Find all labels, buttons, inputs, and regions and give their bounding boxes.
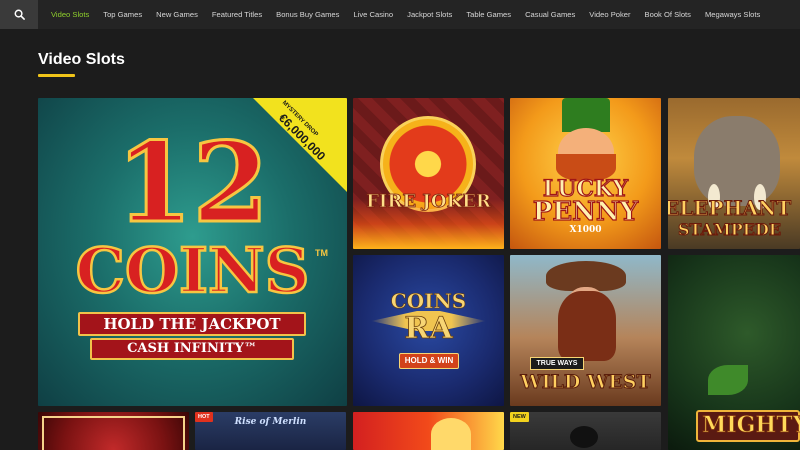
tab-megaways-slots[interactable]: Megaways Slots xyxy=(698,10,767,19)
game-tile-wild-west[interactable]: TRUE WAYS WILD WEST xyxy=(510,255,661,406)
game-tile-fire-joker[interactable]: FIRE JOKER xyxy=(353,98,504,249)
category-tabs: Video Slots Top Games New Games Featured… xyxy=(44,10,767,19)
game-title-stampede: STAMPEDE xyxy=(678,220,782,240)
search-icon xyxy=(14,9,25,20)
tab-table-games[interactable]: Table Games xyxy=(459,10,518,19)
top-nav: Video Slots Top Games New Games Featured… xyxy=(0,0,800,29)
tab-live-casino[interactable]: Live Casino xyxy=(346,10,400,19)
title-underline xyxy=(38,74,75,77)
tab-top-games[interactable]: Top Games xyxy=(96,10,149,19)
trademark-mark: TM xyxy=(315,248,328,258)
game-tile-rise-of-merlin[interactable]: HOT Rise of Merlin xyxy=(195,412,346,450)
game-tile-bottom-3[interactable] xyxy=(353,412,504,450)
tab-jackpot-slots[interactable]: Jackpot Slots xyxy=(400,10,459,19)
game-title-elephant: ELEPHANT xyxy=(668,196,792,221)
leprechaun-hat xyxy=(562,98,610,132)
tab-video-poker[interactable]: Video Poker xyxy=(582,10,637,19)
game-tile-coins-of-ra[interactable]: COINS RA HOLD & WIN xyxy=(353,255,504,406)
tile-frame xyxy=(42,416,185,450)
tab-new-games[interactable]: New Games xyxy=(149,10,205,19)
game-tile-bottom-4[interactable]: NEW xyxy=(510,412,661,450)
game-title-coins: COINS xyxy=(74,234,310,307)
cowgirl-hair xyxy=(558,291,616,361)
game-multiplier: X1000 xyxy=(569,225,602,235)
game-tile-mighty[interactable]: MIGHTY xyxy=(668,255,800,450)
game-tile-12-coins[interactable]: 12 COINS TM HOLD THE JACKPOT CASH INFINI… xyxy=(38,98,347,406)
game-title-penny: PENNY xyxy=(532,196,639,227)
page-title: Video Slots xyxy=(38,51,125,68)
hold-and-win-label: HOLD & WIN xyxy=(404,356,454,365)
game-subtitle-banner-1: HOLD THE JACKPOT xyxy=(78,312,306,336)
game-title-ra: RA xyxy=(404,311,453,347)
game-subtitle-hold-the-jackpot: HOLD THE JACKPOT xyxy=(103,315,281,333)
tab-video-slots[interactable]: Video Slots xyxy=(44,10,96,19)
tab-casual-games[interactable]: Casual Games xyxy=(518,10,582,19)
game-title-mighty: MIGHTY xyxy=(702,412,800,439)
elephant-head xyxy=(694,116,780,206)
game-title-rise-of-merlin: Rise of Merlin xyxy=(234,417,307,427)
game-title-coins: COINS xyxy=(390,289,467,314)
spider-shape xyxy=(570,426,598,448)
game-tile-bottom-1[interactable] xyxy=(38,412,189,450)
game-tile-lucky-penny[interactable]: LUCKY PENNY X1000 xyxy=(510,98,661,249)
tab-bonus-buy-games[interactable]: Bonus Buy Games xyxy=(269,10,346,19)
game-subtitle-cash-infinity: CASH INFINITY™ xyxy=(127,341,257,356)
game-subtitle-banner-2: CASH INFINITY™ xyxy=(90,338,294,360)
search-button[interactable] xyxy=(0,0,38,29)
true-ways-label: TRUE WAYS xyxy=(536,360,578,367)
tile-character-hair xyxy=(431,418,471,450)
game-title-wild-west: WILD WEST xyxy=(520,371,651,394)
game-tile-elephant-stampede[interactable]: ELEPHANT STAMPEDE xyxy=(668,98,800,249)
tab-book-of-slots[interactable]: Book Of Slots xyxy=(638,10,698,19)
game-title-fire-joker: FIRE JOKER xyxy=(366,191,491,213)
new-badge: NEW xyxy=(510,412,529,422)
tab-featured-titles[interactable]: Featured Titles xyxy=(205,10,269,19)
jungle-leaves xyxy=(708,365,748,395)
true-ways-badge: TRUE WAYS xyxy=(530,357,584,370)
hold-and-win-badge: HOLD & WIN xyxy=(399,353,459,369)
